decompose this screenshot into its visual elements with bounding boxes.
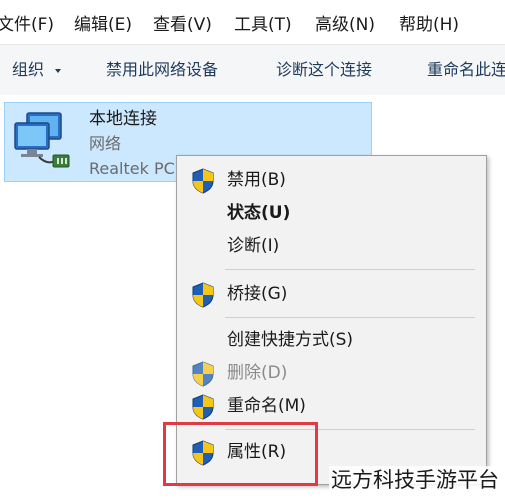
- menu-item-label: 桥接(G): [227, 284, 288, 304]
- disable-device-button[interactable]: 禁用此网络设备: [106, 59, 218, 81]
- command-bar: 组织 禁用此网络设备 诊断这个连接 重命名此连: [0, 44, 505, 96]
- menu-item-delete: 删除(D): [177, 357, 486, 389]
- menu-item-label: 重命名(M): [227, 396, 306, 416]
- menu-advanced[interactable]: 高级(N): [315, 14, 375, 36]
- connection-name: 本地连接: [89, 109, 157, 129]
- rename-button[interactable]: 重命名此连: [427, 59, 505, 81]
- diagnose-button[interactable]: 诊断这个连接: [276, 59, 372, 81]
- uac-shield-icon: [192, 361, 214, 387]
- organize-button[interactable]: 组织: [12, 59, 63, 81]
- menu-item-create-shortcut[interactable]: 创建快捷方式(S): [177, 324, 486, 356]
- uac-shield-icon: [192, 168, 214, 194]
- menu-separator: [225, 317, 475, 318]
- network-adapter-icon: [14, 112, 70, 168]
- menu-edit[interactable]: 编辑(E): [74, 14, 132, 36]
- menu-separator: [225, 269, 475, 270]
- menu-item-diagnose[interactable]: 诊断(I): [177, 230, 486, 262]
- menu-item-disable[interactable]: 禁用(B): [177, 164, 486, 196]
- menu-item-label: 删除(D): [227, 363, 288, 383]
- uac-shield-icon: [192, 282, 214, 308]
- menu-tools[interactable]: 工具(T): [234, 14, 292, 36]
- menu-item-label: 创建快捷方式(S): [227, 330, 354, 350]
- chevron-down-icon: [55, 68, 62, 73]
- menu-help[interactable]: 帮助(H): [399, 14, 459, 36]
- menu-bar: 文件(F) 编辑(E) 查看(V) 工具(T) 高级(N) 帮助(H): [0, 0, 505, 44]
- menu-item-status[interactable]: 状态(U): [177, 197, 486, 229]
- organize-label: 组织: [12, 60, 45, 79]
- watermark: 远方科技手游平台: [329, 466, 501, 494]
- menu-item-label: 状态(U): [227, 203, 291, 223]
- menu-item-label: 禁用(B): [227, 170, 286, 190]
- menu-item-rename[interactable]: 重命名(M): [177, 390, 486, 422]
- connection-type: 网络: [89, 134, 122, 153]
- connection-device: Realtek PC: [89, 159, 175, 178]
- highlight-annotation: [163, 422, 318, 486]
- menu-view[interactable]: 查看(V): [153, 14, 212, 36]
- menu-file[interactable]: 文件(F): [0, 14, 54, 36]
- menu-item-label: 诊断(I): [227, 236, 280, 256]
- uac-shield-icon: [192, 394, 214, 420]
- menu-item-bridge[interactable]: 桥接(G): [177, 278, 486, 310]
